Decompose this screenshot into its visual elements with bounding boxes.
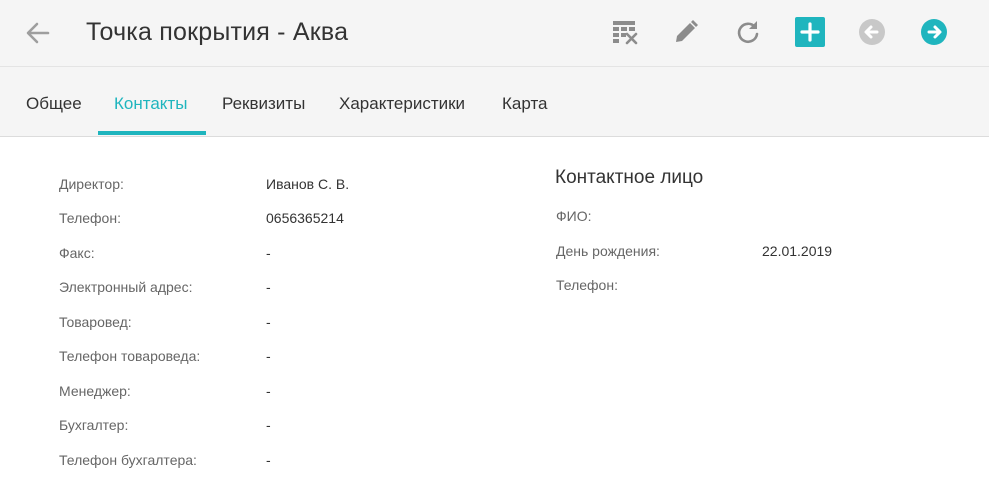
email-value: -	[266, 279, 271, 295]
merchandiser-label: Товаровед:	[59, 314, 132, 330]
merchandiser-phone-value: -	[266, 348, 271, 364]
add-button[interactable]	[795, 17, 825, 47]
back-button[interactable]	[24, 19, 52, 47]
merchandiser-phone-label: Телефон товароведа:	[59, 348, 201, 364]
accountant-phone-label: Телефон бухгалтера:	[59, 452, 197, 468]
accountant-phone-value: -	[266, 452, 271, 468]
tab-map[interactable]: Карта	[502, 67, 548, 136]
previous-button[interactable]	[857, 17, 887, 47]
refresh-button[interactable]	[733, 17, 763, 47]
fax-value: -	[266, 245, 271, 261]
table-delete-icon	[613, 21, 638, 45]
tab-general[interactable]: Общее	[26, 67, 82, 136]
manager-value: -	[266, 383, 271, 399]
pencil-icon	[676, 20, 698, 42]
birthday-label: День рождения:	[556, 243, 660, 259]
refresh-icon	[737, 21, 759, 44]
header-bar: Точка покрытия - Аква	[0, 0, 989, 67]
accountant-value: -	[266, 417, 271, 433]
accountant-label: Бухгалтер:	[59, 417, 129, 433]
arrow-right-circle-icon	[921, 19, 947, 45]
plus-icon	[795, 17, 825, 47]
fax-label: Факс:	[59, 245, 95, 261]
table-delete-button[interactable]	[610, 17, 640, 47]
phone-value: 0656365214	[266, 210, 344, 226]
arrow-left-circle-icon	[859, 19, 885, 45]
birthday-value: 22.01.2019	[762, 243, 833, 259]
contact-person-title: Контактное лицо	[555, 167, 704, 188]
merchandiser-value: -	[266, 314, 271, 330]
contact-name-label: ФИО:	[556, 208, 592, 224]
tab-requisites[interactable]: Реквизиты	[222, 67, 305, 136]
contact-phone-label: Телефон:	[556, 277, 618, 293]
tab-contacts[interactable]: Контакты	[114, 67, 187, 136]
page-title: Точка покрытия - Аква	[86, 18, 349, 46]
active-tab-indicator	[98, 131, 206, 135]
director-label: Директор:	[59, 176, 124, 192]
next-button[interactable]	[919, 17, 949, 47]
tab-bar: Общее Контакты Реквизиты Характеристики …	[0, 67, 989, 137]
phone-label: Телефон:	[59, 210, 121, 226]
email-label: Электронный адрес:	[59, 279, 193, 295]
back-arrow-icon	[26, 22, 50, 44]
manager-label: Менеджер:	[59, 383, 131, 399]
edit-button[interactable]	[671, 17, 701, 47]
director-value: Иванов С. В.	[266, 176, 350, 192]
tab-characteristics[interactable]: Характеристики	[339, 67, 465, 136]
